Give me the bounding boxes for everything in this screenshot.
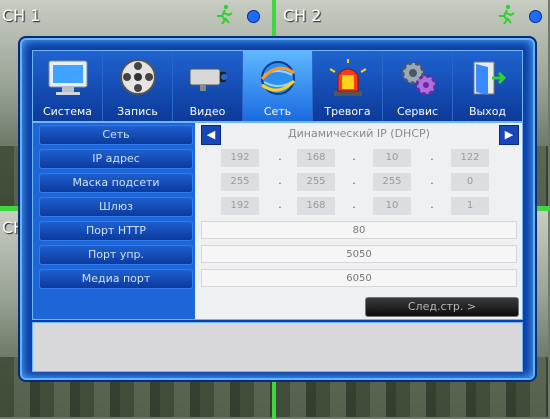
gateway-octet-4[interactable]: 1 xyxy=(451,197,489,215)
menu-label: Сервис xyxy=(396,105,439,118)
ip-separator: . xyxy=(278,150,282,163)
globe-network-icon xyxy=(260,61,295,95)
http-port-row: 80 xyxy=(201,221,517,239)
network-mode-value[interactable]: Динамический IP (DHCP) xyxy=(223,125,495,143)
menu-label: Система xyxy=(42,105,93,118)
mask-octet-1[interactable]: 255 xyxy=(221,173,259,191)
menu-label: Сеть xyxy=(263,105,292,118)
monitor-icon xyxy=(48,60,87,95)
menu-item-system[interactable]: Система xyxy=(33,51,103,121)
motion-running-icon xyxy=(217,4,233,24)
menu-label: Тревога xyxy=(324,105,371,118)
network-settings-panel: Сеть IP адрес Маска подсети Шлюз Порт HT… xyxy=(32,122,523,320)
menu-item-record[interactable]: Запись xyxy=(103,51,173,121)
channel-label-2: CH 2 xyxy=(283,6,322,25)
ip-octet-1[interactable]: 192 xyxy=(221,149,259,167)
ip-separator: . xyxy=(352,150,356,163)
menu-label: Видео xyxy=(189,105,226,118)
control-port-input[interactable]: 5050 xyxy=(201,245,517,263)
label-subnet-mask: Маска подсети xyxy=(39,173,193,193)
label-media-port: Медиа порт xyxy=(39,269,193,289)
gateway-octet-3[interactable]: 10 xyxy=(373,197,411,215)
gateway-separator: . xyxy=(352,198,356,211)
gateway-octet-1[interactable]: 192 xyxy=(221,197,259,215)
label-gateway: Шлюз xyxy=(39,197,193,217)
gateway-separator: . xyxy=(430,198,434,211)
menu-item-alarm[interactable]: Тревога xyxy=(313,51,383,121)
ip-octet-2[interactable]: 168 xyxy=(297,149,335,167)
menu-item-exit[interactable]: Выход xyxy=(453,51,522,121)
mask-separator: . xyxy=(352,174,356,187)
siren-icon xyxy=(328,59,367,96)
subnet-mask-field: 255 . 255 . 255 . 0 xyxy=(201,173,517,191)
info-panel xyxy=(32,322,523,372)
menu-item-network[interactable]: Сеть xyxy=(243,51,313,121)
control-port-row: 5050 xyxy=(201,245,517,263)
mask-separator: . xyxy=(430,174,434,187)
exit-door-icon xyxy=(473,61,506,95)
media-port-input[interactable]: 6050 xyxy=(201,269,517,287)
mask-octet-2[interactable]: 255 xyxy=(297,173,335,191)
ip-separator: . xyxy=(430,150,434,163)
camera-icon xyxy=(189,68,227,91)
mode-prev-button[interactable]: ◀ xyxy=(201,125,221,145)
label-control-port: Порт упр. xyxy=(39,245,193,265)
film-reel-icon xyxy=(119,59,156,95)
mask-separator: . xyxy=(278,174,282,187)
menu-item-video[interactable]: Видео xyxy=(173,51,243,121)
next-page-button[interactable]: След.стр. > xyxy=(365,297,519,317)
label-http-port: Порт HTTP xyxy=(39,221,193,241)
label-column: Сеть IP адрес Маска подсети Шлюз Порт HT… xyxy=(33,123,195,319)
record-status-dot xyxy=(247,10,260,23)
ip-octet-4[interactable]: 122 xyxy=(451,149,489,167)
gateway-octet-2[interactable]: 168 xyxy=(297,197,335,215)
menu-label: Выход xyxy=(468,105,507,118)
main-menu-bar: Система Запись Видео Сеть Тревога Сервис… xyxy=(32,50,523,122)
http-port-input[interactable]: 80 xyxy=(201,221,517,239)
mask-octet-3[interactable]: 255 xyxy=(373,173,411,191)
menu-label: Запись xyxy=(117,105,158,118)
menu-item-service[interactable]: Сервис xyxy=(383,51,453,121)
network-mode-selector: ◀ Динамический IP (DHCP) ▶ xyxy=(201,125,519,145)
label-network: Сеть xyxy=(39,125,193,145)
channel-label-1: CH 1 xyxy=(2,6,41,25)
media-port-row: 6050 xyxy=(201,269,517,287)
gateway-separator: . xyxy=(278,198,282,211)
ip-address-field: 192 . 168 . 10 . 122 xyxy=(201,149,517,167)
label-ip-address: IP адрес xyxy=(39,149,193,169)
mask-octet-4[interactable]: 0 xyxy=(451,173,489,191)
record-status-dot xyxy=(529,10,542,23)
motion-running-icon xyxy=(499,4,515,24)
gateway-field: 192 . 168 . 10 . 1 xyxy=(201,197,517,215)
ip-octet-3[interactable]: 10 xyxy=(373,149,411,167)
network-settings-dialog: Система Запись Видео Сеть Тревога Сервис… xyxy=(20,38,535,380)
mode-next-button[interactable]: ▶ xyxy=(499,125,519,145)
gears-icon xyxy=(401,61,436,96)
